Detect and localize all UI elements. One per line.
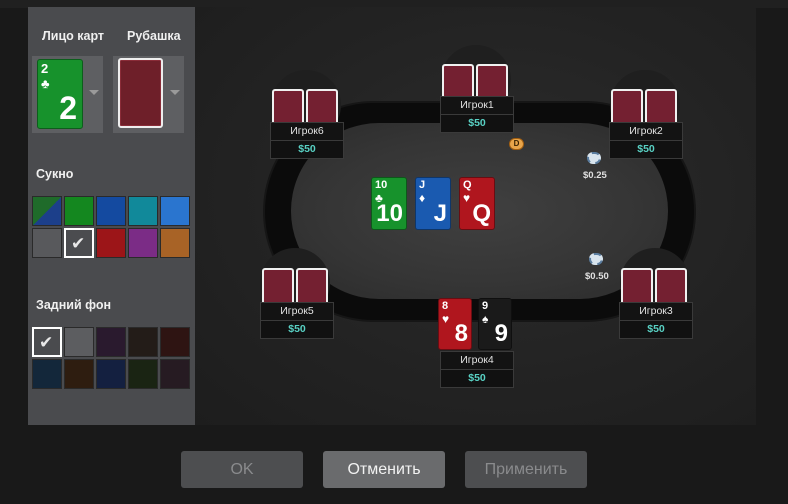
background-swatch[interactable] xyxy=(160,359,190,389)
check-icon: ✔ xyxy=(39,333,54,352)
background-swatch[interactable] xyxy=(128,359,158,389)
hero-card-1: 8 ♥ 8 xyxy=(438,298,472,350)
player-name: Игрок1 xyxy=(440,96,514,115)
background-swatch[interactable] xyxy=(128,327,158,357)
spades-icon: ♠ xyxy=(482,312,489,326)
board-card-2: J ♦ J xyxy=(415,177,451,230)
background-swatch[interactable] xyxy=(64,327,94,357)
background-swatch[interactable] xyxy=(32,359,62,389)
card-back-preview xyxy=(118,58,163,128)
cloth-swatch[interactable]: ✔ xyxy=(64,228,94,258)
cancel-button[interactable]: Отменить xyxy=(323,451,445,488)
card-back-label: Рубашка xyxy=(127,29,181,43)
card-face-preview: 2 ♣ 2 xyxy=(37,59,83,129)
cloth-swatch[interactable] xyxy=(128,196,158,226)
hearts-icon: ♥ xyxy=(463,191,471,205)
chip-icon xyxy=(587,152,601,164)
player-seat-6: Игрок6 $50 xyxy=(270,122,344,162)
apply-button[interactable]: Применить xyxy=(465,451,587,488)
background-swatch[interactable] xyxy=(96,359,126,389)
chevron-down-icon xyxy=(89,90,99,95)
background-label: Задний фон xyxy=(36,298,112,312)
card-face-label: Лицо карт xyxy=(42,29,105,43)
player-stack: $50 xyxy=(440,115,514,133)
player-stack: $50 xyxy=(440,370,514,388)
hero-card-2: 9 ♠ 9 xyxy=(478,298,512,350)
ok-button[interactable]: OK xyxy=(181,451,303,488)
bet-amount: $0.50 xyxy=(585,271,609,282)
player-name: Игрок5 xyxy=(260,302,334,321)
player-name: Игрок6 xyxy=(270,122,344,141)
chevron-down-icon xyxy=(170,90,180,95)
preview-rank-large: 2 xyxy=(59,90,77,126)
diamonds-icon: ♦ xyxy=(419,191,426,205)
card-rank-large: 8 xyxy=(454,320,468,347)
card-rank: Q xyxy=(463,179,472,191)
chip-icon xyxy=(589,253,603,265)
card-rank: J xyxy=(419,179,426,191)
card-rank-large: J xyxy=(433,200,447,227)
player-name: Игрок3 xyxy=(619,302,693,321)
hearts-icon: ♥ xyxy=(442,312,450,326)
clubs-icon: ♣ xyxy=(41,76,50,91)
check-icon: ✔ xyxy=(71,234,86,253)
player-seat-2: Игрок2 $50 xyxy=(609,122,683,162)
cloth-swatch[interactable] xyxy=(96,196,126,226)
player-stack: $50 xyxy=(270,141,344,159)
cloth-swatch[interactable] xyxy=(32,228,62,258)
background-swatch[interactable] xyxy=(96,327,126,357)
background-swatch[interactable]: ✔ xyxy=(32,327,62,357)
dealer-button-icon: D xyxy=(509,138,524,150)
player-seat-5: Игрок5 $50 xyxy=(260,302,334,342)
player-seat-4: Игрок4 $50 xyxy=(440,351,514,391)
player-name: Игрок2 xyxy=(609,122,683,141)
player-stack: $50 xyxy=(609,141,683,159)
bet-amount: $0.25 xyxy=(583,170,607,181)
background-swatch[interactable] xyxy=(64,359,94,389)
cloth-swatch[interactable] xyxy=(160,228,190,258)
player-seat-1: Игрок1 $50 xyxy=(440,96,514,136)
card-rank: 8 xyxy=(442,300,449,312)
cloth-swatch[interactable] xyxy=(96,228,126,258)
player-name: Игрок4 xyxy=(440,351,514,370)
cloth-swatch[interactable] xyxy=(64,196,94,226)
card-rank: 9 xyxy=(482,300,489,312)
player-stack: $50 xyxy=(260,321,334,339)
card-rank-large: Q xyxy=(472,200,491,227)
player-stack: $50 xyxy=(619,321,693,339)
player-seat-3: Игрок3 $50 xyxy=(619,302,693,342)
card-rank-large: 10 xyxy=(376,200,403,227)
board-card-1: 10 ♣ 10 xyxy=(371,177,407,230)
cloth-swatch[interactable] xyxy=(160,196,190,226)
cloth-label: Сукно xyxy=(36,167,74,181)
preview-rank: 2 xyxy=(41,61,49,76)
board-card-3: Q ♥ Q xyxy=(459,177,495,230)
card-rank-large: 9 xyxy=(494,320,508,347)
background-swatch[interactable] xyxy=(160,327,190,357)
cloth-swatch[interactable] xyxy=(128,228,158,258)
cloth-swatch[interactable] xyxy=(32,196,62,226)
card-rank: 10 xyxy=(375,179,388,191)
